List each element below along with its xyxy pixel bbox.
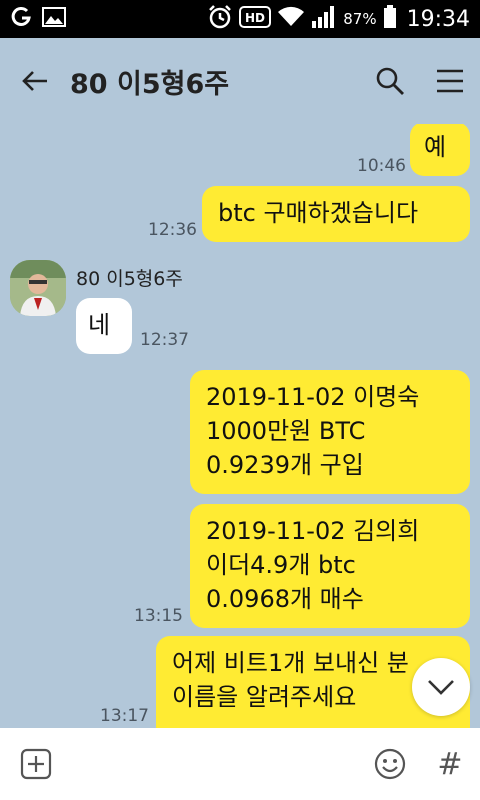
svg-text:HD: HD bbox=[245, 11, 265, 25]
chat-title: 80 이5형6주 bbox=[70, 68, 230, 100]
chat-area[interactable]: 예 10:46 btc 구매하겠습니다 12:36 80 이5형6주 네 12:… bbox=[0, 124, 480, 728]
message-time: 13:17 bbox=[100, 706, 149, 726]
chat-header: 80 이5형6주 bbox=[0, 38, 480, 124]
plus-box-icon bbox=[20, 748, 52, 780]
menu-icon bbox=[437, 69, 463, 93]
wifi-icon bbox=[277, 6, 305, 33]
chevron-down-icon bbox=[428, 680, 454, 695]
hd-icon: HD bbox=[239, 5, 272, 34]
battery-percent: 87% bbox=[343, 10, 377, 28]
message-time: 12:37 bbox=[140, 330, 189, 350]
alarm-icon bbox=[207, 4, 233, 35]
status-time: 19:34 bbox=[406, 6, 470, 32]
message-time: 13:15 bbox=[134, 606, 183, 626]
back-arrow-icon bbox=[22, 71, 47, 91]
menu-button[interactable] bbox=[420, 38, 480, 124]
battery-icon bbox=[383, 4, 397, 34]
my-message-bubble[interactable]: 2019-11-02 김의희 이더4.9개 btc 0.0968개 매수 bbox=[190, 504, 470, 628]
message-input-bar: # bbox=[0, 728, 480, 800]
my-message-bubble[interactable]: 2019-11-02 이명숙 1000만원 BTC 0.9239개 구입 bbox=[190, 370, 470, 494]
my-message-bubble[interactable]: 예 bbox=[410, 124, 470, 176]
hashtag-search-button[interactable]: # bbox=[420, 728, 480, 800]
gallery-icon bbox=[42, 7, 66, 31]
emoji-icon bbox=[374, 748, 406, 780]
sender-name: 80 이5형6주 bbox=[76, 268, 183, 290]
emoji-button[interactable] bbox=[360, 728, 420, 800]
attach-button[interactable] bbox=[0, 728, 72, 800]
profile-photo-icon bbox=[10, 260, 66, 316]
search-button[interactable] bbox=[360, 38, 420, 124]
search-icon bbox=[376, 67, 404, 95]
my-message-bubble[interactable]: btc 구매하겠습니다 bbox=[202, 186, 470, 242]
signal-icon bbox=[311, 5, 337, 34]
avatar[interactable] bbox=[10, 260, 66, 316]
back-button[interactable] bbox=[0, 38, 70, 124]
scroll-to-bottom-button[interactable] bbox=[412, 658, 470, 716]
carrier-logo-icon bbox=[10, 6, 32, 32]
message-input[interactable] bbox=[72, 728, 360, 800]
incoming-message-bubble[interactable]: 네 bbox=[76, 298, 132, 354]
status-bar: HD 87% 19:34 bbox=[0, 0, 480, 38]
message-time: 10:46 bbox=[357, 156, 406, 176]
message-time: 12:36 bbox=[148, 220, 197, 240]
